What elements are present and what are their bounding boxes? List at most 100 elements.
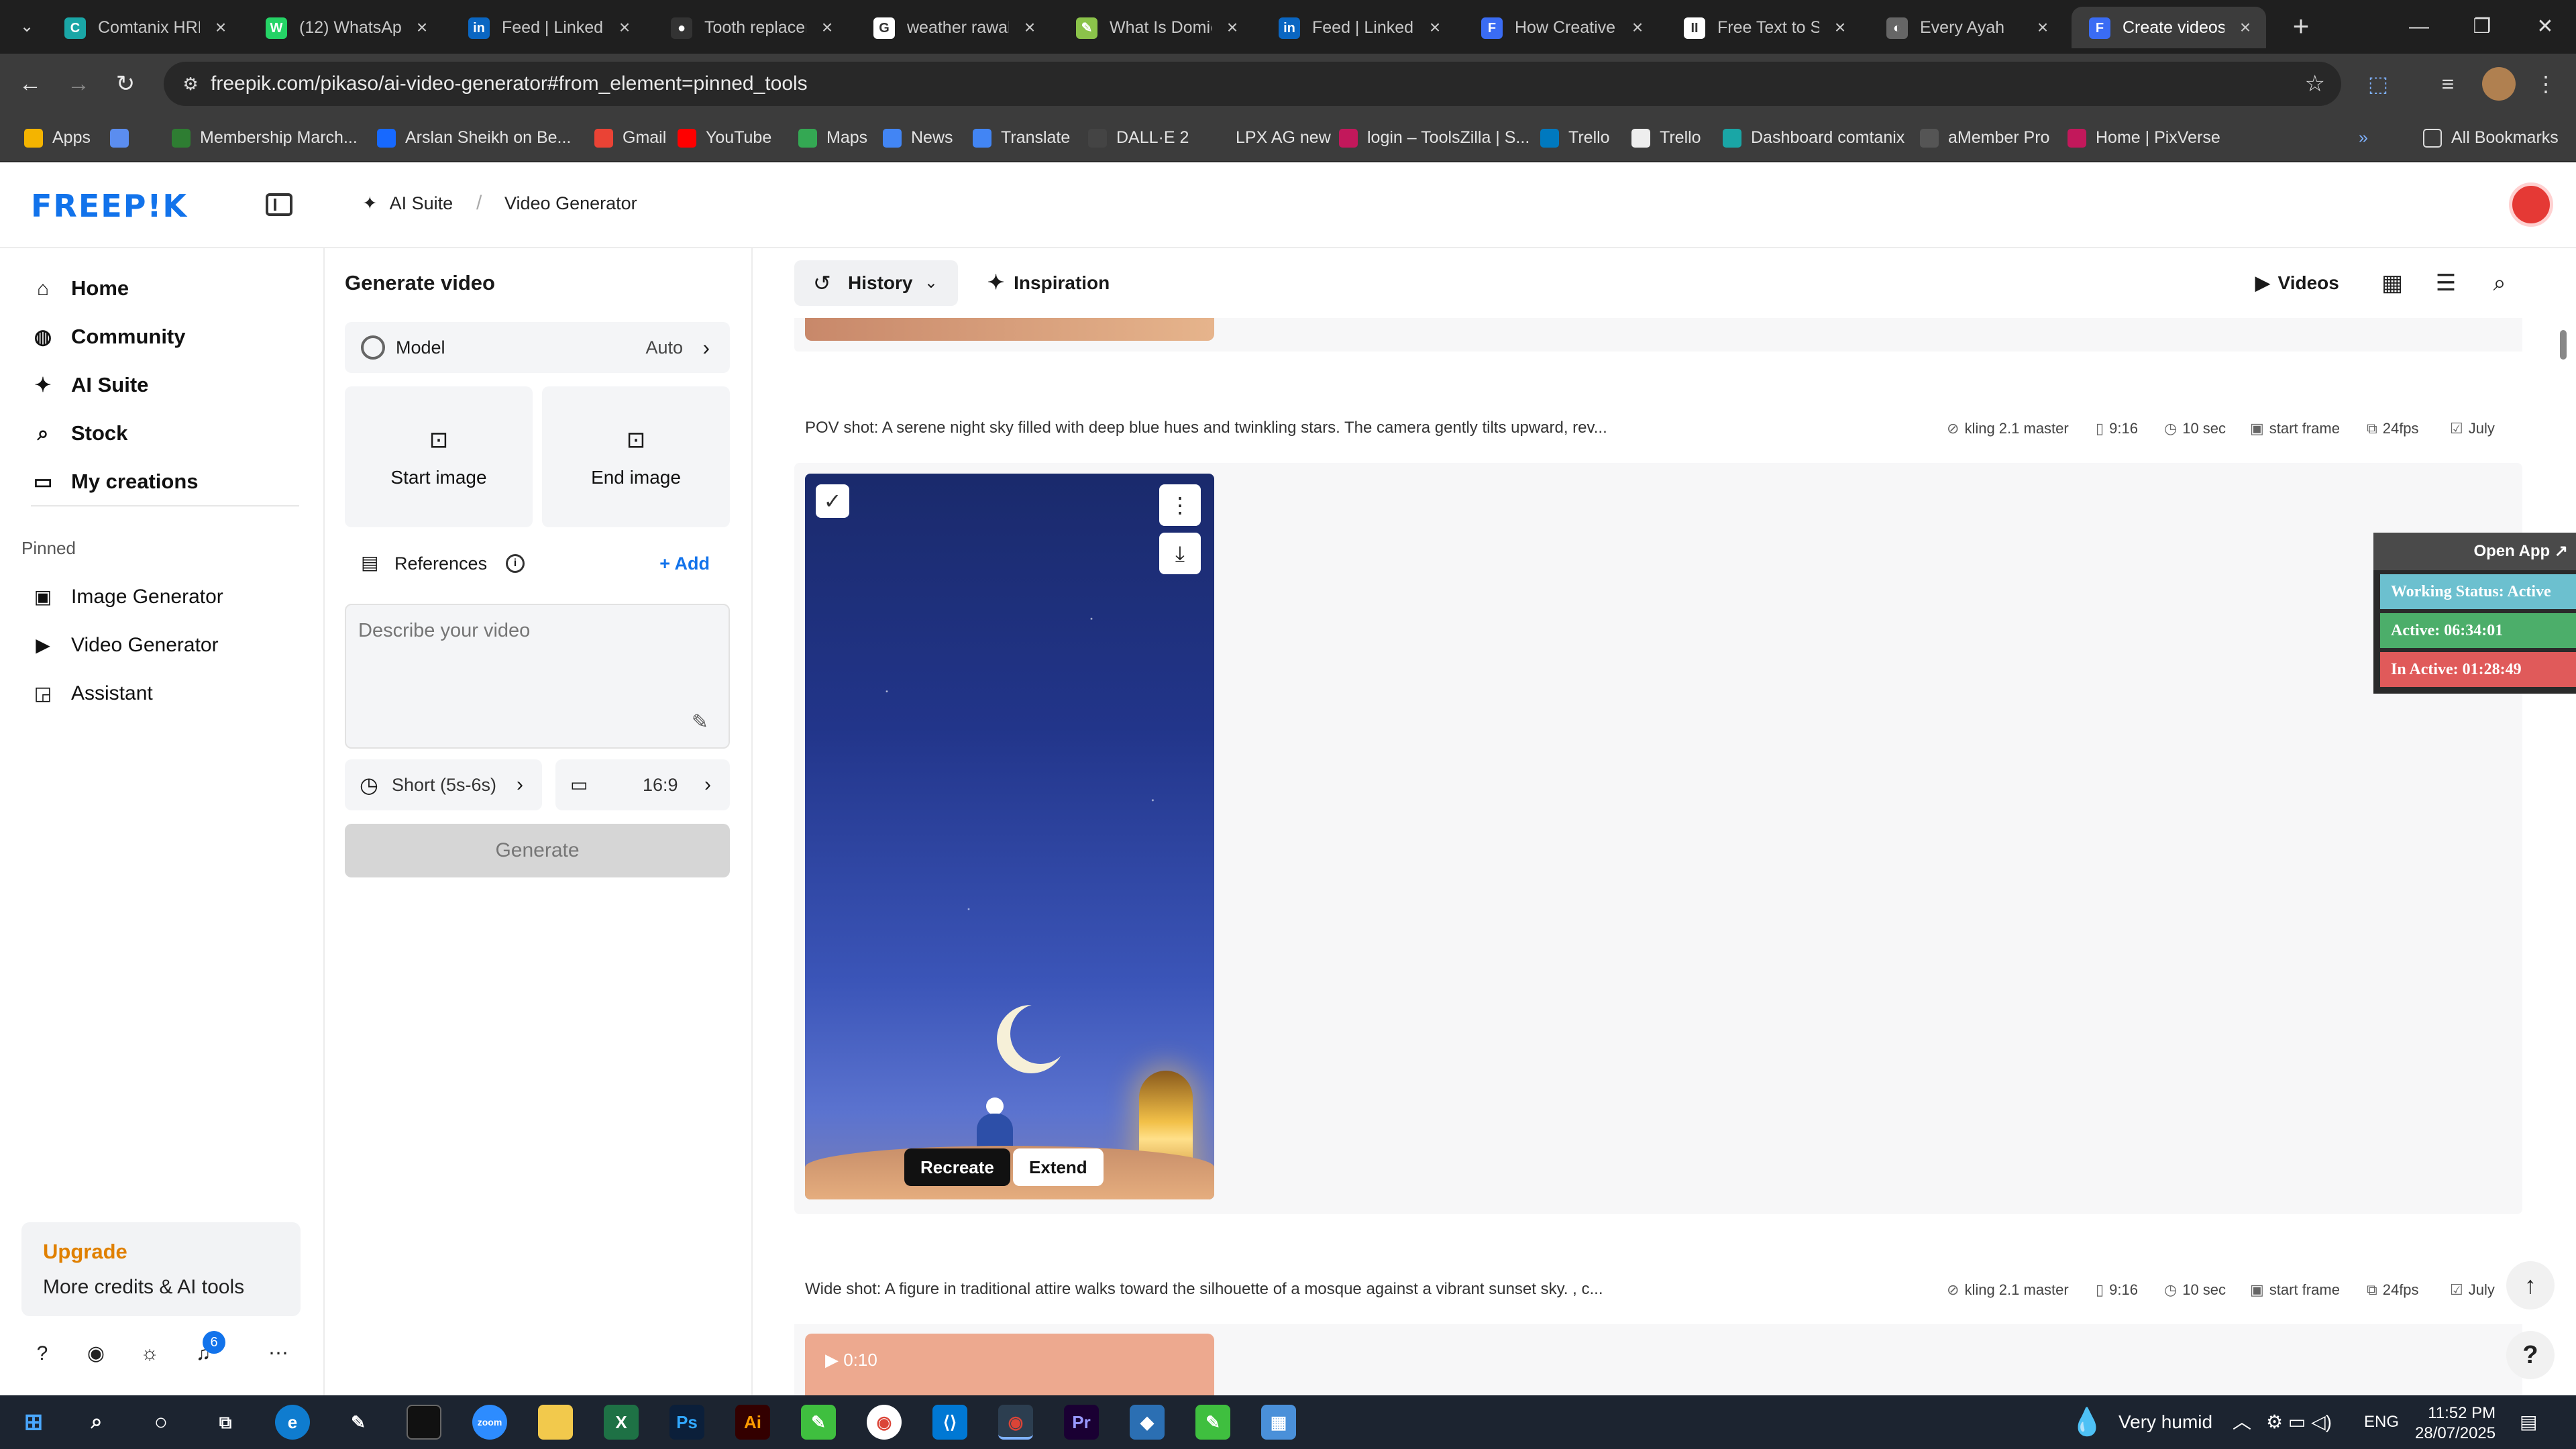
download-icon[interactable]: ⤓ — [1159, 533, 1201, 574]
bookmark-item[interactable]: Gmail — [594, 114, 666, 161]
help-button[interactable]: ? — [2506, 1331, 2555, 1379]
tab-close-icon[interactable]: × — [614, 7, 635, 48]
tab-close-icon[interactable]: × — [211, 7, 231, 48]
bookmark-item[interactable]: Translate — [973, 114, 1070, 161]
pinned-item[interactable]: ▣ Image Generator — [31, 578, 223, 616]
generate-button[interactable]: Generate — [345, 824, 730, 877]
site-info-icon[interactable]: ⚙ — [178, 72, 203, 96]
reading-list-icon[interactable]: ≡ — [2431, 67, 2465, 101]
freepik-logo[interactable]: FREEP!K — [31, 188, 188, 224]
select-checkbox-icon[interactable]: ✓ — [816, 484, 849, 518]
search-icon[interactable]: ⌕ — [79, 1405, 114, 1440]
vscode-icon[interactable]: ⟨⟩ — [932, 1405, 967, 1440]
reload-icon[interactable]: ↻ — [109, 67, 142, 101]
tab-close-icon[interactable]: × — [2033, 7, 2053, 48]
item-prompt[interactable]: POV shot: A serene night sky filled with… — [805, 419, 1607, 437]
restore-button[interactable]: ❐ — [2451, 0, 2513, 54]
file-explorer-icon[interactable] — [538, 1405, 573, 1440]
premiere-icon[interactable]: Pr — [1064, 1405, 1099, 1440]
back-icon[interactable]: ← — [13, 67, 47, 101]
search-icon[interactable]: ⌕ — [2479, 260, 2520, 306]
discord-icon[interactable]: ◉ — [79, 1334, 113, 1374]
previous-thumbnail[interactable] — [805, 318, 1214, 341]
nav-item[interactable]: ⌕ Stock — [31, 413, 128, 453]
more-bookmarks-icon[interactable]: » — [2359, 114, 2368, 161]
tray-icons[interactable]: ⚙ ▭ ◁) — [2266, 1395, 2332, 1449]
bookmark-item[interactable]: News — [883, 114, 953, 161]
page-scrollbar[interactable] — [2560, 330, 2567, 360]
browser-tab[interactable]: F Create videos × — [2072, 7, 2266, 48]
task-view-icon[interactable]: ⧉ — [208, 1405, 243, 1440]
nav-item[interactable]: ⌂ Home — [31, 268, 129, 309]
pinned-item[interactable]: ◲ Assistant — [31, 675, 153, 712]
bookmark-item[interactable]: aMember Pro — [1920, 114, 2049, 161]
bookmark-item[interactable]: Trello — [1540, 114, 1610, 161]
browser-tab[interactable]: ◐ Every Ayah × — [1869, 7, 2063, 48]
bookmark-item[interactable]: LPX AG new — [1208, 114, 1331, 161]
filters-icon[interactable]: ☰ — [2426, 260, 2466, 306]
language-indicator[interactable]: ENG — [2364, 1395, 2399, 1449]
browser-tab[interactable]: in Feed | LinkedIn × — [451, 7, 645, 48]
browser-menu-icon[interactable]: ⋮ — [2529, 67, 2563, 101]
app-icon[interactable]: ◆ — [1130, 1405, 1165, 1440]
magic-wand-icon[interactable]: ✎ — [692, 710, 708, 734]
start-image-slot[interactable]: ⊡ Start image — [345, 386, 533, 527]
calculator-icon[interactable]: ▦ — [1261, 1405, 1296, 1440]
bookmark-item[interactable]: login – ToolsZilla | S... — [1339, 114, 1529, 161]
tab-close-icon[interactable]: × — [1222, 7, 1242, 48]
more-options-icon[interactable]: ⋮ — [1159, 484, 1201, 526]
nav-item[interactable]: ✦ AI Suite — [31, 365, 148, 405]
open-app-button[interactable]: Open App ↗ — [2373, 533, 2576, 570]
scroll-to-top-icon[interactable]: ↑ — [2506, 1261, 2555, 1309]
nav-item[interactable]: ▭ My creations — [31, 462, 199, 502]
chrome-active-icon[interactable]: ◉ — [998, 1405, 1033, 1440]
end-image-slot[interactable]: ⊡ End image — [542, 386, 730, 527]
bookmark-item[interactable]: DALL·E 2 — [1088, 114, 1189, 161]
clock[interactable]: 11:52 PM 28/07/2025 — [2415, 1403, 2496, 1444]
item-prompt[interactable]: Wide shot: A figure in traditional attir… — [805, 1280, 1603, 1299]
bookmark-item[interactable]: YouTube — [678, 114, 771, 161]
browser-tab[interactable]: Gweather rawalp × — [856, 7, 1051, 48]
weather-text[interactable]: Very humid — [2118, 1395, 2212, 1449]
aspect-ratio-selector[interactable]: ▭ 16:9 › — [555, 759, 730, 810]
zoom-icon[interactable]: zoom — [472, 1405, 507, 1440]
browser-tab[interactable]: ● Tooth replacem × — [653, 7, 848, 48]
info-icon[interactable]: i — [506, 554, 525, 573]
bookmark-item[interactable] — [110, 114, 138, 161]
forward-icon[interactable]: → — [62, 67, 95, 101]
more-icon[interactable]: ⋯ — [262, 1334, 295, 1374]
sidebar-toggle-icon[interactable] — [266, 193, 292, 216]
bookmark-item[interactable]: Maps — [798, 114, 867, 161]
all-bookmarks[interactable]: All Bookmarks — [2423, 114, 2559, 161]
address-bar[interactable]: ⚙ freepik.com/pikaso/ai-video-generator#… — [164, 62, 2341, 106]
video-preview[interactable]: ✓ ⋮ ⤓ Recreate Extend — [805, 474, 1214, 1199]
chrome-icon[interactable]: ◉ — [867, 1405, 902, 1440]
prompt-input[interactable] — [346, 605, 729, 747]
bookmark-item[interactable]: Apps — [24, 114, 91, 161]
add-reference-button[interactable]: + Add — [659, 537, 710, 590]
bookmark-item[interactable]: Arslan Sheikh on Be... — [377, 114, 571, 161]
bookmark-item[interactable]: Membership March... — [172, 114, 358, 161]
tab-close-icon[interactable]: × — [1627, 7, 1648, 48]
grid-view-icon[interactable]: ▦ — [2372, 260, 2412, 306]
bookmark-item[interactable]: Dashboard comtanix — [1723, 114, 1904, 161]
illustrator-icon[interactable]: Ai — [735, 1405, 770, 1440]
close-window-button[interactable]: ✕ — [2514, 0, 2576, 54]
new-tab-button[interactable]: + — [2284, 9, 2318, 43]
bookmark-star-icon[interactable]: ☆ — [2305, 62, 2325, 106]
browser-tab[interactable]: in Feed | LinkedIn × — [1261, 7, 1456, 48]
tab-close-icon[interactable]: × — [2235, 7, 2255, 48]
model-selector[interactable]: Model Auto › — [345, 322, 730, 373]
browser-tab[interactable]: C Comtanix HRM × — [47, 7, 241, 48]
extension-icon[interactable]: ⬚ — [2361, 67, 2395, 101]
cortana-icon[interactable]: ○ — [144, 1405, 178, 1440]
browser-tab[interactable]: F How Creative D × — [1464, 7, 1658, 48]
app-icon[interactable]: ✎ — [1195, 1405, 1230, 1440]
pen-icon[interactable]: ✎ — [341, 1405, 376, 1440]
browser-tab[interactable]: W (12) WhatsApp × — [248, 7, 443, 48]
breadcrumb-video-generator[interactable]: Video Generator — [504, 162, 637, 244]
extend-button[interactable]: Extend — [1013, 1148, 1104, 1186]
browser-tab[interactable]: ✎ What Is Domic × — [1059, 7, 1253, 48]
edge-icon[interactable]: e — [275, 1405, 310, 1440]
tab-search-icon[interactable]: ⌄ — [12, 12, 42, 42]
